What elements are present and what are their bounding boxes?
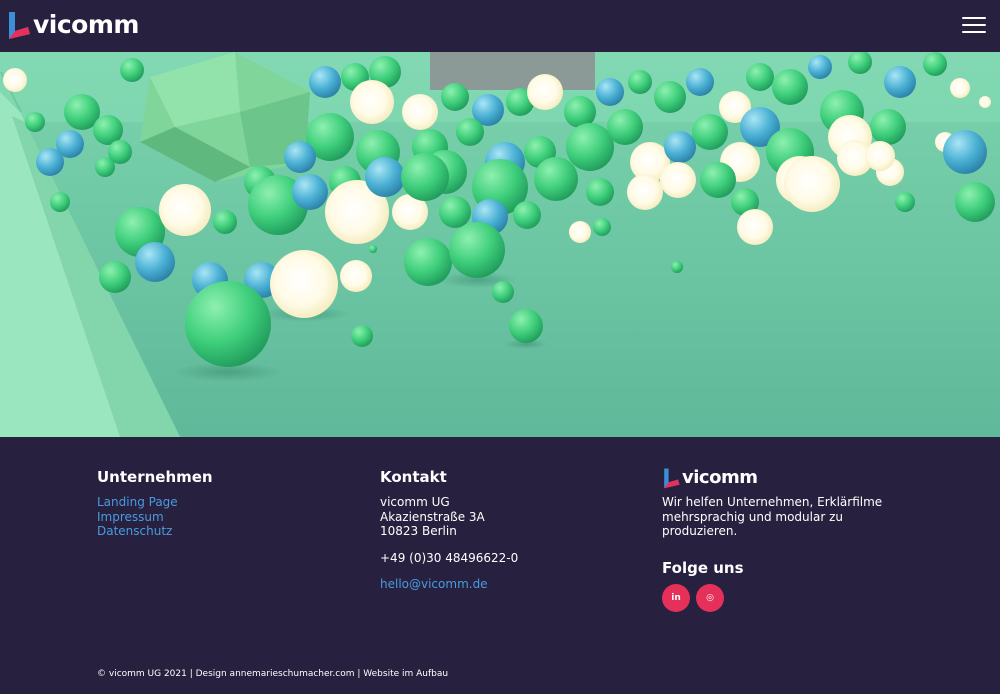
footer-logo[interactable]: vicomm	[662, 467, 902, 489]
linkedin-icon[interactable]: in	[662, 583, 690, 612]
company-tagline: Wir helfen Unternehmen, Erklärfilme mehr…	[662, 495, 883, 538]
phone-number: +49 (0)30 48496622-0	[380, 550, 519, 565]
hero-spheres-image	[0, 52, 1000, 437]
address-street: Akazienstraße 3A	[380, 509, 485, 524]
unternehmen-links: Landing Page Impressum Datenschutz	[97, 495, 213, 539]
datenschutz-link[interactable]: Datenschutz	[97, 524, 213, 539]
hamburger-menu-icon[interactable]	[962, 14, 986, 36]
footer-brand-name: vicomm	[682, 467, 758, 488]
kontakt-heading: Kontakt	[380, 468, 447, 486]
site-header: vicomm	[0, 0, 1000, 52]
email-link[interactable]: hello@vicomm.de	[380, 577, 518, 592]
site-logo[interactable]: vicomm	[6, 10, 139, 40]
social-links: in ◎	[662, 583, 902, 612]
follow-us-heading: Folge uns	[662, 558, 744, 577]
address-city: 10823 Berlin	[380, 524, 457, 538]
unternehmen-heading: Unternehmen	[97, 468, 213, 486]
company-address: vicomm UG Akazienstraße 3A 10823 Berlin	[380, 495, 518, 539]
landing-page-link[interactable]: Landing Page	[97, 495, 213, 510]
vicomm-logo-mark-icon	[9, 12, 30, 39]
footer-column-kontakt: Kontakt vicomm UG Akazienstraße 3A 10823…	[380, 467, 518, 592]
address-company-name: vicomm UG	[380, 495, 450, 509]
vicomm-logo-mark-icon	[664, 468, 680, 489]
impressum-link[interactable]: Impressum	[97, 510, 213, 525]
footer-column-about: vicomm Wir helfen Unternehmen, Erklärfil…	[662, 467, 902, 612]
site-footer: Unternehmen Landing Page Impressum Daten…	[0, 437, 1000, 694]
brand-name: vicomm	[33, 10, 139, 39]
instagram-icon[interactable]: ◎	[696, 583, 724, 612]
footer-column-unternehmen: Unternehmen Landing Page Impressum Daten…	[97, 467, 213, 539]
copyright-text: © vicomm UG 2021 | Design annemarieschum…	[97, 669, 449, 679]
